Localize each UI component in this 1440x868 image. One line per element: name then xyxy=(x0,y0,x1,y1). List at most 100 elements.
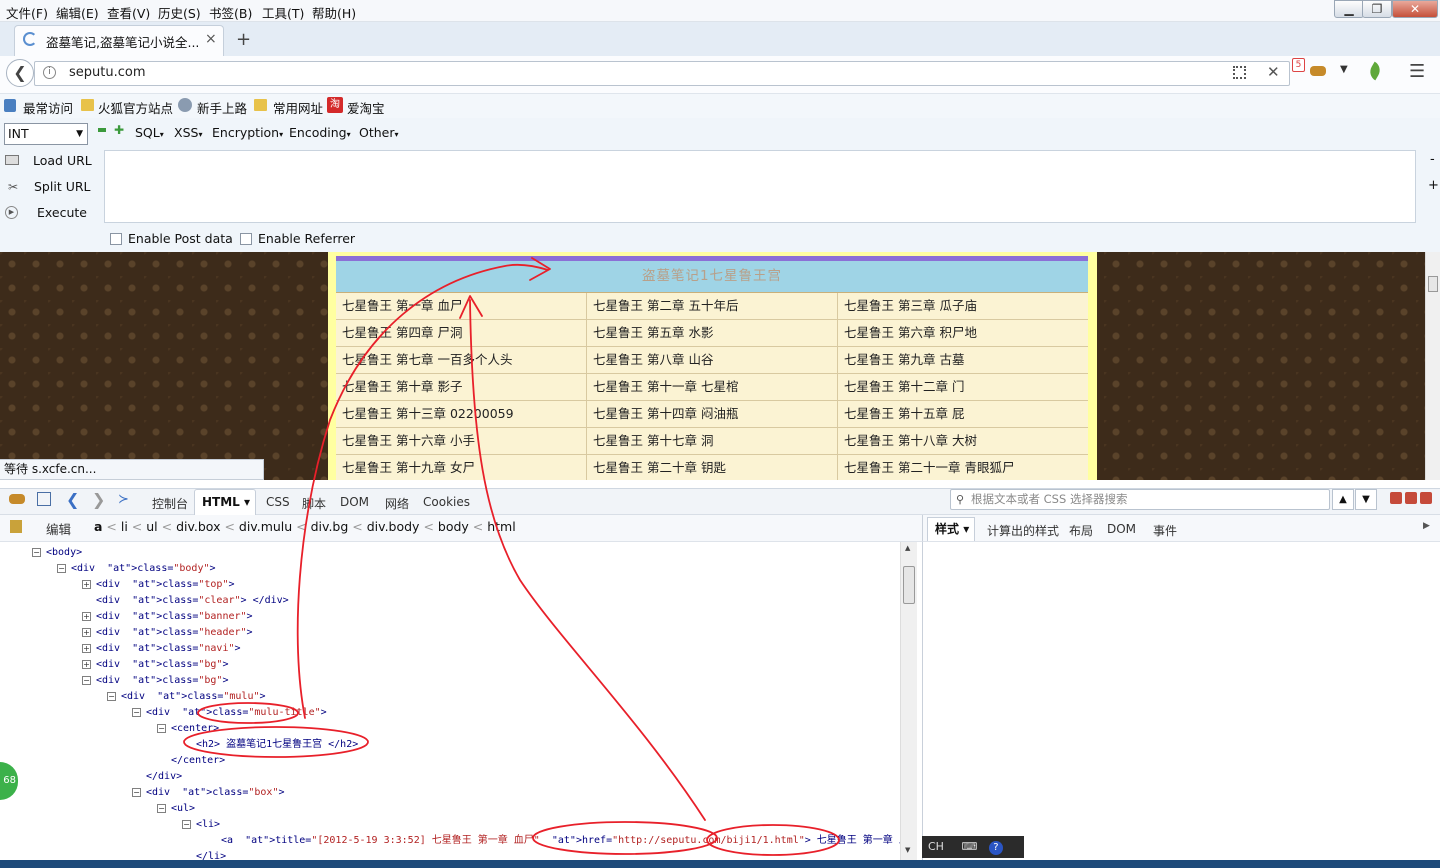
bookmark-getting-started[interactable]: 新手上路 xyxy=(197,98,247,117)
tree-node[interactable]: </li> xyxy=(196,849,226,860)
sql-menu[interactable]: SQL▾ xyxy=(135,125,164,140)
crumb-item[interactable]: li xyxy=(121,519,128,534)
menu-bookmarks[interactable]: 书签(B) xyxy=(209,3,252,22)
bookmark-common-urls[interactable]: 常用网址 xyxy=(273,98,323,117)
crumb-item[interactable]: div.body xyxy=(367,519,420,534)
tab-style[interactable]: 样式 ▾ xyxy=(927,517,975,541)
tree-toggle[interactable]: − xyxy=(182,820,191,829)
tree-toggle[interactable]: + xyxy=(82,580,91,589)
firebug-icon[interactable] xyxy=(9,494,25,504)
tab-events[interactable]: 事件 xyxy=(1153,522,1177,539)
encoding-menu[interactable]: Encoding▾ xyxy=(289,125,351,140)
tree-toggle[interactable]: + xyxy=(82,612,91,621)
tree-node[interactable]: <div "at">class="header"> xyxy=(96,625,253,641)
edit-button[interactable]: 编辑 xyxy=(46,519,71,538)
chapter-link[interactable]: 七星鲁王 第十章 影子 xyxy=(336,374,587,401)
tree-node[interactable]: </div> xyxy=(146,769,182,785)
type-select[interactable]: INT ▼ xyxy=(4,123,88,145)
maximize-button[interactable]: ❐ xyxy=(1362,0,1392,18)
tree-node[interactable]: </center> xyxy=(171,753,225,769)
tab-layout[interactable]: 布局 xyxy=(1069,522,1093,539)
minus-icon[interactable] xyxy=(98,128,106,132)
chapter-link[interactable]: 七星鲁王 第一章 血尸 xyxy=(336,293,587,320)
load-url-button[interactable]: Load URL xyxy=(33,153,92,168)
firebug-close-button[interactable] xyxy=(1420,492,1432,504)
firebug-detach-button[interactable] xyxy=(1405,492,1417,504)
encryption-menu[interactable]: Encryption▾ xyxy=(212,125,283,140)
tree-node[interactable]: <body> xyxy=(46,545,82,561)
tab-html[interactable]: HTML ▾ xyxy=(194,489,256,516)
chapter-link[interactable]: 七星鲁王 第十八章 大树 xyxy=(838,428,1088,455)
arrow-right-icon[interactable]: ❯ xyxy=(92,490,105,509)
firebug-minimize-button[interactable] xyxy=(1390,492,1402,504)
bookmark-firefox-sites[interactable]: 火狐官方站点 xyxy=(98,98,173,117)
chapter-link[interactable]: 七星鲁王 第十三章 02200059 xyxy=(336,401,587,428)
tree-node[interactable]: <a "at">title="[2012-5-19 3:3:52] 七星鲁王 第… xyxy=(221,833,900,849)
tree-toggle[interactable]: − xyxy=(132,708,141,717)
tree-toggle[interactable]: − xyxy=(132,788,141,797)
tree-node[interactable]: <h2> 盗墓笔记1七星鲁王宫 </h2> xyxy=(196,737,358,753)
inspect-icon[interactable] xyxy=(37,492,51,506)
chapter-link[interactable]: 七星鲁王 第十九章 女尸 xyxy=(336,455,587,480)
enable-post-checkbox[interactable]: Enable Post data xyxy=(110,231,233,246)
crumb-item[interactable]: div.mulu xyxy=(239,519,292,534)
tab-computed[interactable]: 计算出的样式 xyxy=(987,522,1059,539)
tree-toggle[interactable]: − xyxy=(32,548,41,557)
tab-css[interactable]: CSS xyxy=(266,495,290,509)
url-text[interactable]: seputu.com xyxy=(69,65,146,80)
tree-toggle[interactable]: − xyxy=(157,724,166,733)
crumb-item[interactable]: div.bg xyxy=(311,519,349,534)
command-line-icon[interactable]: ≻ xyxy=(118,492,129,507)
tree-scrollbar[interactable]: ▲ ▼ xyxy=(900,542,917,860)
chevron-down-icon[interactable]: ▼ xyxy=(1340,64,1348,75)
execute-button[interactable]: Execute xyxy=(37,205,87,220)
info-icon[interactable]: i xyxy=(43,66,56,79)
bookmark-most-visited[interactable]: 最常访问 xyxy=(23,98,73,117)
tree-node[interactable]: <div "at">class="bg"> xyxy=(96,673,229,689)
chapter-link[interactable]: 七星鲁王 第十二章 门 xyxy=(838,374,1088,401)
crumb-item[interactable]: ul xyxy=(146,519,157,534)
side-panel-menu-icon[interactable]: ▶ xyxy=(1423,521,1430,531)
crumb-item[interactable]: body xyxy=(438,519,469,534)
stop-icon[interactable]: ✕ xyxy=(1267,63,1280,81)
tree-toggle[interactable]: − xyxy=(82,676,91,685)
chapter-link[interactable]: 七星鲁王 第二十一章 青眼狐尸 xyxy=(838,455,1088,480)
menu-file[interactable]: 文件(F) xyxy=(6,3,48,22)
chapter-link[interactable]: 七星鲁王 第十一章 七星棺 xyxy=(587,374,838,401)
chapter-link[interactable]: 七星鲁王 第二章 五十年后 xyxy=(587,293,838,320)
tree-node[interactable]: <center> xyxy=(171,721,219,737)
firebug-icon[interactable] xyxy=(1310,66,1326,76)
tree-node[interactable]: <li> xyxy=(196,817,220,833)
chapter-link[interactable]: 七星鲁王 第六章 积尸地 xyxy=(838,320,1088,347)
tree-node[interactable]: <div "at">class="bg"> xyxy=(96,657,229,673)
tree-toggle[interactable]: + xyxy=(82,660,91,669)
help-icon[interactable]: ? xyxy=(988,841,1003,855)
split-url-button[interactable]: Split URL xyxy=(34,179,91,194)
edit-mode-icon[interactable] xyxy=(10,520,22,533)
chapter-link[interactable]: 七星鲁王 第十六章 小手 xyxy=(336,428,587,455)
tree-node[interactable]: <div "at">class="clear"> </div> xyxy=(96,593,289,609)
search-prev-button[interactable]: ▲ xyxy=(1332,489,1354,510)
chapter-link[interactable]: 七星鲁王 第九章 古墓 xyxy=(838,347,1088,374)
chapter-link[interactable]: 七星鲁王 第四章 尸洞 xyxy=(336,320,587,347)
menu-view[interactable]: 查看(V) xyxy=(107,3,150,22)
arrow-left-icon[interactable]: ❮ xyxy=(66,490,79,509)
search-next-button[interactable]: ▼ xyxy=(1355,489,1377,510)
qr-code-icon[interactable] xyxy=(1233,66,1246,79)
crumb-item[interactable]: div.box xyxy=(176,519,220,534)
back-icon[interactable]: ❮ xyxy=(6,59,34,87)
tab-dom[interactable]: DOM xyxy=(340,495,369,509)
tree-node[interactable]: <div "at">class="navi"> xyxy=(96,641,241,657)
tab-cookies[interactable]: Cookies xyxy=(423,495,470,509)
page-scrollbar[interactable] xyxy=(1425,252,1440,480)
chapter-link[interactable]: 七星鲁王 第十五章 屁 xyxy=(838,401,1088,428)
tree-toggle[interactable]: + xyxy=(82,644,91,653)
chapter-link[interactable]: 七星鲁王 第十七章 洞 xyxy=(587,428,838,455)
close-window-button[interactable]: ✕ xyxy=(1392,0,1438,18)
minimize-button[interactable]: ▁ xyxy=(1334,0,1364,18)
tree-node[interactable]: <ul> xyxy=(171,801,195,817)
tree-node[interactable]: <div "at">class="body"> xyxy=(71,561,216,577)
plus-icon[interactable]: ✚ xyxy=(114,123,124,137)
tab-console[interactable]: 控制台 xyxy=(152,495,188,512)
tree-node[interactable]: <div "at">class="banner"> xyxy=(96,609,253,625)
